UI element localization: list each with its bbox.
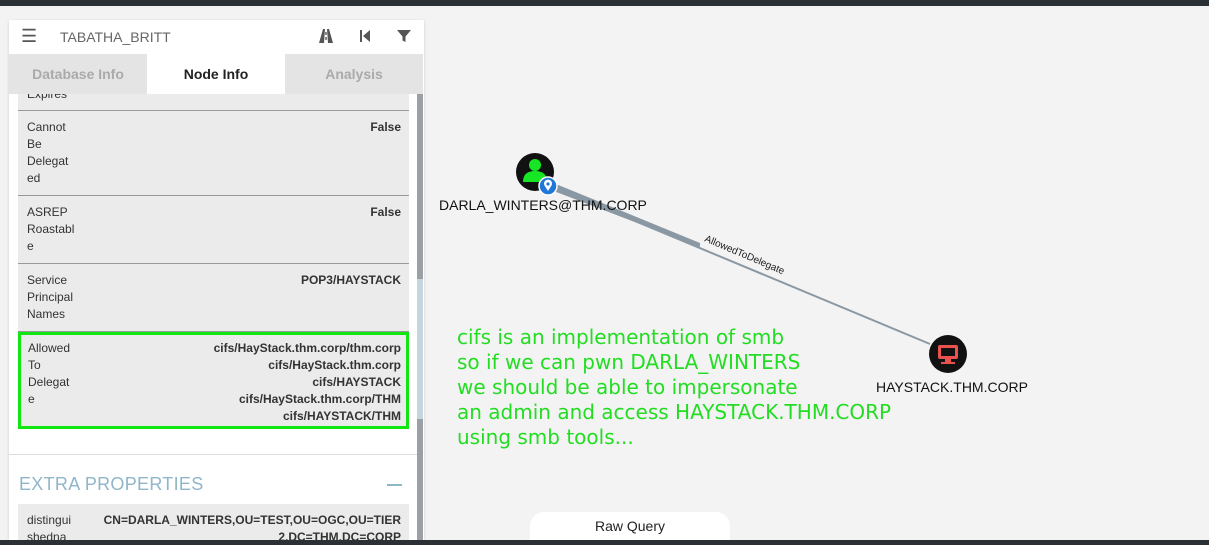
annotation-text: cifs is an implementation of smb so if w… (457, 325, 891, 450)
menu-icon[interactable]: ☰ (21, 26, 37, 47)
user-node[interactable] (516, 153, 558, 196)
property-key: Cannot Be Delegat ed (27, 120, 69, 185)
collapse-icon[interactable] (387, 484, 402, 486)
property-key: ASREP Roastabl e (27, 205, 75, 253)
search-input[interactable]: TABATHA_BRITT (60, 29, 171, 45)
property-row-cannot-be-delegated: Cannot Be Delegat ed False (18, 111, 409, 196)
annotation-line: cifs is an implementation of smb (457, 325, 785, 349)
property-value-list: cifs/HayStack.thm.corp/thm.corp cifs/Hay… (213, 341, 401, 423)
tab-analysis[interactable]: Analysis (285, 54, 423, 94)
computer-node[interactable] (929, 335, 967, 373)
property-row-asrep-roastable: ASREP Roastabl e False (18, 196, 409, 264)
user-node-label: DARLA_WINTERS@THM.CORP (439, 197, 647, 213)
raw-query-button[interactable]: Raw Query (530, 512, 730, 542)
tab-database-info[interactable]: Database Info (9, 54, 147, 94)
property-key: Allowed To Delegat e (28, 341, 71, 406)
property-value: POP3/HAYSTACK (300, 273, 401, 287)
annotation-line: using smb tools... (457, 425, 634, 449)
pathfinding-icon[interactable] (317, 27, 335, 45)
side-panel: ☰ TABATHA_BRITT Database Info Node Info … (9, 20, 424, 540)
property-row-service-principal-names: Service Principal Names POP3/HAYSTACK (18, 264, 409, 332)
property-value: CN=DARLA_WINTERS,OU=TEST,OU=OGC,OU=TIER … (103, 513, 401, 540)
highvalue-marker-icon (538, 176, 558, 196)
back-icon[interactable] (356, 27, 374, 45)
property-row-distinguishedname: distingui shedna CN=DARLA_WINTERS,OU=TES… (18, 504, 409, 540)
property-key: distingui shedna (27, 513, 72, 540)
property-row: Expires (18, 94, 409, 111)
property-row-allowed-to-delegate: Allowed To Delegat e cifs/HayStack.thm.c… (18, 332, 409, 429)
property-key: Expires (27, 94, 68, 101)
annotation-line: we should be able to impersonate (457, 375, 798, 399)
annotation-line: so if we can pwn DARLA_WINTERS (457, 350, 801, 374)
extra-properties-title[interactable]: EXTRA PROPERTIES (19, 474, 204, 495)
property-key: Service Principal Names (27, 273, 74, 321)
section-divider (9, 454, 417, 455)
bottom-bar (0, 540, 1209, 545)
annotation-line: an admin and access HAYSTACK.THM.CORP (457, 400, 892, 424)
property-value: False (370, 205, 401, 219)
node-info-content: Expires Cannot Be Delegat ed False ASREP… (9, 94, 424, 540)
edge-thick-segment (551, 182, 700, 247)
panel-tabs: Database Info Node Info Analysis (9, 54, 424, 94)
filter-icon[interactable] (395, 27, 413, 45)
computer-node-label: HAYSTACK.THM.CORP (876, 379, 1028, 395)
property-value: False (370, 120, 401, 134)
scrollbar-thumb[interactable] (417, 279, 423, 419)
search-bar: ☰ TABATHA_BRITT (9, 20, 424, 53)
tab-node-info[interactable]: Node Info (147, 54, 285, 94)
